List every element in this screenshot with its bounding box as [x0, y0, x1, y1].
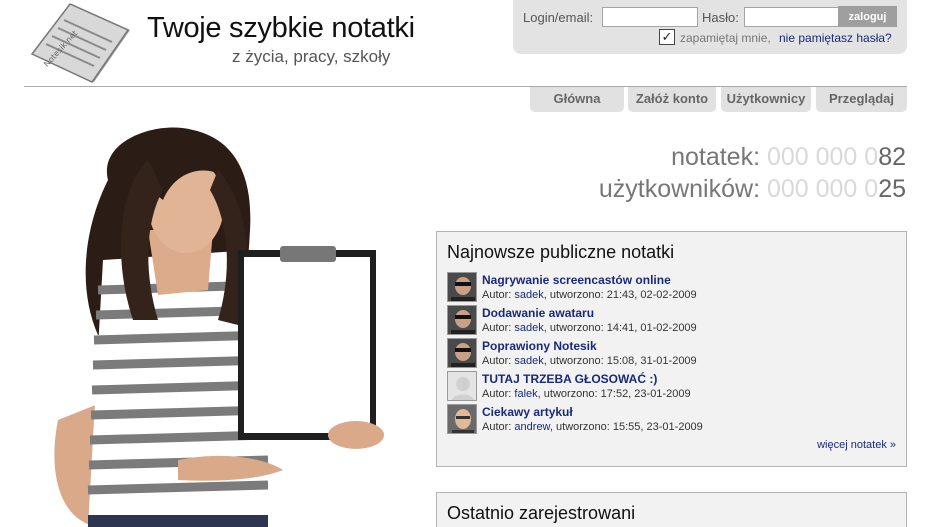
note-meta: Autor: falek, utworzono: 17:52, 23-01-20… [482, 388, 691, 400]
remember-me-label: zapamiętaj mnie, [680, 31, 771, 45]
recent-users-panel: Ostatnio zarejestrowani [436, 492, 907, 527]
notes-counter-leading-zeros: 000 000 0 [766, 143, 879, 171]
login-email-input[interactable] [602, 7, 698, 27]
created-prefix: , utworzono: [543, 355, 604, 367]
notes-counter-label: notatek: [671, 143, 761, 171]
password-label: Hasło: [702, 10, 739, 25]
user-avatar[interactable] [447, 272, 477, 302]
woman-with-clipboard-photo [54, 127, 384, 527]
site-tagline: z życia, pracy, szkoły [232, 47, 391, 66]
note-meta: Autor: sadek, utworzono: 21:43, 02-02-20… [482, 289, 697, 301]
author-prefix: Autor: [482, 355, 512, 367]
latest-notes-title: Najnowsze publiczne notatki [447, 242, 675, 262]
password-input[interactable] [744, 7, 839, 27]
user-avatar[interactable] [447, 305, 477, 335]
author-link[interactable]: sadek [514, 289, 543, 301]
author-prefix: Autor: [482, 388, 512, 400]
note-date: 15:08, 31-01-2009 [606, 355, 697, 367]
created-prefix: , utworzono: [549, 421, 610, 433]
note-date: 17:52, 23-01-2009 [600, 388, 691, 400]
note-date: 14:41, 01-02-2009 [606, 322, 697, 334]
user-avatar[interactable] [447, 371, 477, 401]
users-counter-value: 25 [878, 175, 906, 203]
login-button[interactable]: zaloguj [838, 6, 897, 27]
notes-counter: notatek: 000 000 082 [671, 143, 906, 172]
note-title-link[interactable]: Dodawanie awataru [482, 306, 594, 320]
remember-me-checkbox[interactable]: ✓ [659, 29, 675, 45]
note-title-link[interactable]: Nagrywanie screencastów online [482, 273, 671, 287]
note-item: TUTAJ TRZEBA GŁOSOWAĆ :) Autor: falek, u… [447, 371, 897, 403]
notes-counter-value: 82 [878, 143, 906, 171]
users-counter: użytkowników: 000 000 025 [599, 175, 906, 204]
author-prefix: Autor: [482, 322, 512, 334]
note-title-link[interactable]: TUTAJ TRZEBA GŁOSOWAĆ :) [482, 372, 657, 386]
users-counter-label: użytkowników: [598, 175, 761, 203]
latest-notes-panel: Najnowsze publiczne notatki Nagrywanie s… [436, 231, 907, 467]
created-prefix: , utworzono: [537, 388, 598, 400]
created-prefix: , utworzono: [543, 289, 604, 301]
author-link[interactable]: andrew [514, 421, 549, 433]
note-item: Poprawiony Notesik Autor: sadek, utworzo… [447, 338, 897, 370]
site-title: Twoje szybkie notatki [147, 12, 415, 44]
author-link[interactable]: sadek [514, 322, 543, 334]
note-title-link[interactable]: Ciekawy artykuł [482, 405, 573, 419]
tab-home[interactable]: Główna [530, 87, 624, 112]
author-link[interactable]: falek [514, 388, 537, 400]
user-avatar[interactable] [447, 338, 477, 368]
tab-register[interactable]: Załóż konto [628, 87, 716, 112]
forgot-password-link[interactable]: nie pamiętasz hasła? [779, 31, 892, 45]
note-title-link[interactable]: Poprawiony Notesik [482, 339, 597, 353]
note-item: Nagrywanie screencastów online Autor: sa… [447, 272, 897, 304]
recent-users-title: Ostatnio zarejestrowani [447, 503, 636, 523]
note-meta: Autor: andrew, utworzono: 15:55, 23-01-2… [482, 421, 703, 433]
author-prefix: Autor: [482, 289, 512, 301]
note-item: Ciekawy artykuł Autor: andrew, utworzono… [447, 404, 897, 436]
note-item: Dodawanie awataru Autor: sadek, utworzon… [447, 305, 897, 337]
author-prefix: Autor: [482, 421, 512, 433]
tab-browse[interactable]: Przeglądaj [816, 87, 907, 112]
author-link[interactable]: sadek [514, 355, 543, 367]
note-meta: Autor: sadek, utworzono: 14:41, 01-02-20… [482, 322, 697, 334]
login-email-label: Login/email: [523, 10, 594, 25]
tab-users[interactable]: Użytkownicy [721, 87, 811, 112]
note-date: 15:55, 23-01-2009 [612, 421, 703, 433]
notepad-logo-icon[interactable]: Notesik.net [26, 2, 134, 84]
created-prefix: , utworzono: [543, 322, 604, 334]
note-meta: Autor: sadek, utworzono: 15:08, 31-01-20… [482, 355, 697, 367]
note-date: 21:43, 02-02-2009 [606, 289, 697, 301]
user-avatar[interactable] [447, 404, 477, 434]
users-counter-leading-zeros: 000 000 0 [766, 175, 879, 203]
more-notes-link[interactable]: więcej notatek » [817, 439, 896, 451]
